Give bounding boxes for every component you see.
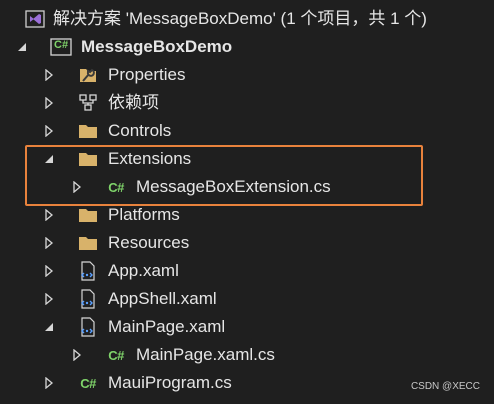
csharp-badge: C# bbox=[80, 375, 96, 391]
project-node[interactable]: C# MessageBoxDemo bbox=[0, 33, 494, 61]
folder-icon bbox=[78, 121, 98, 141]
xaml-file-icon bbox=[78, 289, 98, 309]
tree-item-platforms[interactable]: Platforms bbox=[0, 201, 494, 229]
csharp-file-icon: C# bbox=[103, 177, 129, 197]
csharp-file-icon: C# bbox=[75, 373, 101, 393]
tree-item-label: AppShell.xaml bbox=[108, 289, 217, 308]
tree-item-controls[interactable]: Controls bbox=[0, 117, 494, 145]
tree-item-label: Properties bbox=[108, 65, 186, 84]
folder-icon bbox=[78, 205, 98, 225]
csharp-file-icon: C# bbox=[103, 345, 129, 365]
folder-icon bbox=[78, 149, 98, 169]
tree-item-mainpage-xaml[interactable]: MainPage.xaml bbox=[0, 313, 494, 341]
csharp-badge: C# bbox=[108, 347, 124, 363]
tree-item-messageboxextension-cs[interactable]: C# MessageBoxExtension.cs bbox=[0, 173, 494, 201]
tree-item-extensions[interactable]: Extensions bbox=[0, 145, 494, 173]
tree-item-mainpage-xaml-cs[interactable]: C# MainPage.xaml.cs bbox=[0, 341, 494, 369]
folder-icon bbox=[78, 233, 98, 253]
expanded-arrow-icon[interactable] bbox=[42, 320, 56, 334]
tree-item-dependencies[interactable]: 依赖项 bbox=[0, 89, 494, 117]
project-badge: C# bbox=[54, 39, 69, 51]
visual-studio-solution-icon bbox=[25, 9, 45, 29]
collapsed-arrow-icon[interactable] bbox=[42, 68, 56, 82]
csharp-project-icon: C# bbox=[50, 37, 72, 57]
collapsed-arrow-icon[interactable] bbox=[42, 264, 56, 278]
tree-item-appshell-xaml[interactable]: AppShell.xaml bbox=[0, 285, 494, 313]
tree-item-label: MessageBoxExtension.cs bbox=[136, 177, 331, 196]
tree-item-properties[interactable]: Properties bbox=[0, 61, 494, 89]
collapsed-arrow-icon[interactable] bbox=[42, 124, 56, 138]
tree-item-label: MauiProgram.cs bbox=[108, 373, 232, 392]
xaml-file-icon bbox=[78, 261, 98, 281]
collapsed-arrow-icon[interactable] bbox=[42, 96, 56, 110]
collapsed-arrow-icon[interactable] bbox=[70, 348, 84, 362]
watermark: CSDN @XECC bbox=[410, 381, 480, 392]
tree-item-app-xaml[interactable]: App.xaml bbox=[0, 257, 494, 285]
collapsed-arrow-icon[interactable] bbox=[42, 208, 56, 222]
solution-label: 解决方案 'MessageBoxDemo' (1 个项目，共 1 个) bbox=[53, 9, 427, 28]
expanded-arrow-icon[interactable] bbox=[42, 152, 56, 166]
csharp-badge: C# bbox=[108, 179, 124, 195]
expanded-arrow-icon[interactable] bbox=[15, 40, 29, 54]
collapsed-arrow-icon[interactable] bbox=[42, 292, 56, 306]
tree-item-label: MainPage.xaml bbox=[108, 317, 226, 336]
tree-item-label: Platforms bbox=[108, 205, 180, 224]
collapsed-arrow-icon[interactable] bbox=[42, 236, 56, 250]
xaml-file-icon bbox=[78, 317, 98, 337]
collapsed-arrow-icon[interactable] bbox=[42, 376, 56, 390]
solution-node[interactable]: 解决方案 'MessageBoxDemo' (1 个项目，共 1 个) bbox=[0, 5, 494, 33]
dependencies-icon bbox=[78, 93, 98, 113]
tree-item-label: Extensions bbox=[108, 149, 192, 168]
tree-item-label: 依赖项 bbox=[108, 93, 159, 112]
tree-item-label: Controls bbox=[108, 121, 172, 140]
tree-item-label: Resources bbox=[108, 233, 190, 252]
wrench-folder-icon bbox=[78, 65, 98, 85]
tree-item-resources[interactable]: Resources bbox=[0, 229, 494, 257]
tree-item-label: App.xaml bbox=[108, 261, 179, 280]
collapsed-arrow-icon[interactable] bbox=[70, 180, 84, 194]
tree-item-label: MainPage.xaml.cs bbox=[136, 345, 275, 364]
project-label: MessageBoxDemo bbox=[81, 37, 233, 56]
